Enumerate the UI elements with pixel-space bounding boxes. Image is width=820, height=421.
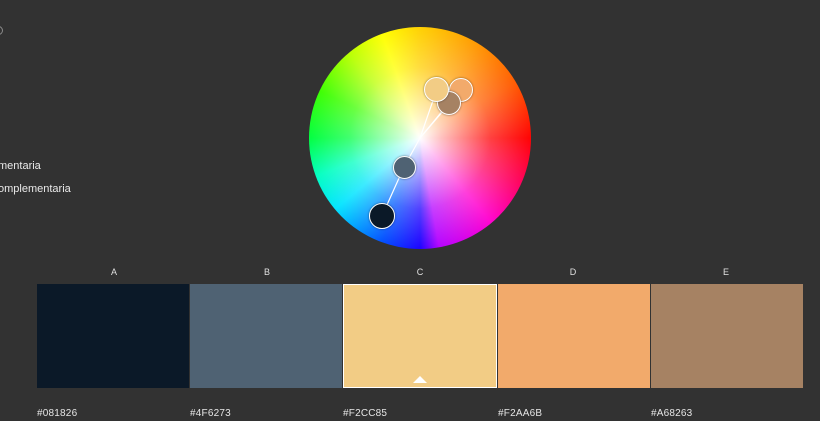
- hex-value-b[interactable]: #4F6273: [190, 408, 231, 419]
- swatch-letter-e: E: [722, 267, 729, 277]
- wheel-handle-b[interactable]: [393, 156, 416, 179]
- radio-button[interactable]: [0, 26, 3, 35]
- swatch-letter-c: C: [416, 267, 424, 277]
- swatch-d[interactable]: [498, 284, 650, 388]
- rule-complementary-label[interactable]: mentaria: [0, 160, 41, 172]
- wheel-handle-a[interactable]: [369, 203, 395, 229]
- swatch-letter-a: A: [110, 267, 117, 277]
- wheel-handle-c[interactable]: [424, 77, 449, 102]
- hex-value-a[interactable]: #081826: [37, 408, 77, 419]
- swatch-e[interactable]: [651, 284, 803, 388]
- swatch-letter-d: D: [569, 267, 577, 277]
- selected-swatch-caret-icon: [413, 376, 427, 383]
- swatch-b[interactable]: [190, 284, 342, 388]
- swatch-letter-b: B: [263, 267, 270, 277]
- rule-split-complementary-label[interactable]: omplementaria: [0, 183, 71, 195]
- swatch-a[interactable]: [37, 284, 189, 388]
- hex-value-c[interactable]: #F2CC85: [343, 408, 387, 419]
- hex-value-d[interactable]: #F2AA6B: [498, 408, 542, 419]
- color-wheel[interactable]: [309, 27, 531, 249]
- hex-value-e[interactable]: #A68263: [651, 408, 692, 419]
- swatch-c[interactable]: [343, 284, 497, 388]
